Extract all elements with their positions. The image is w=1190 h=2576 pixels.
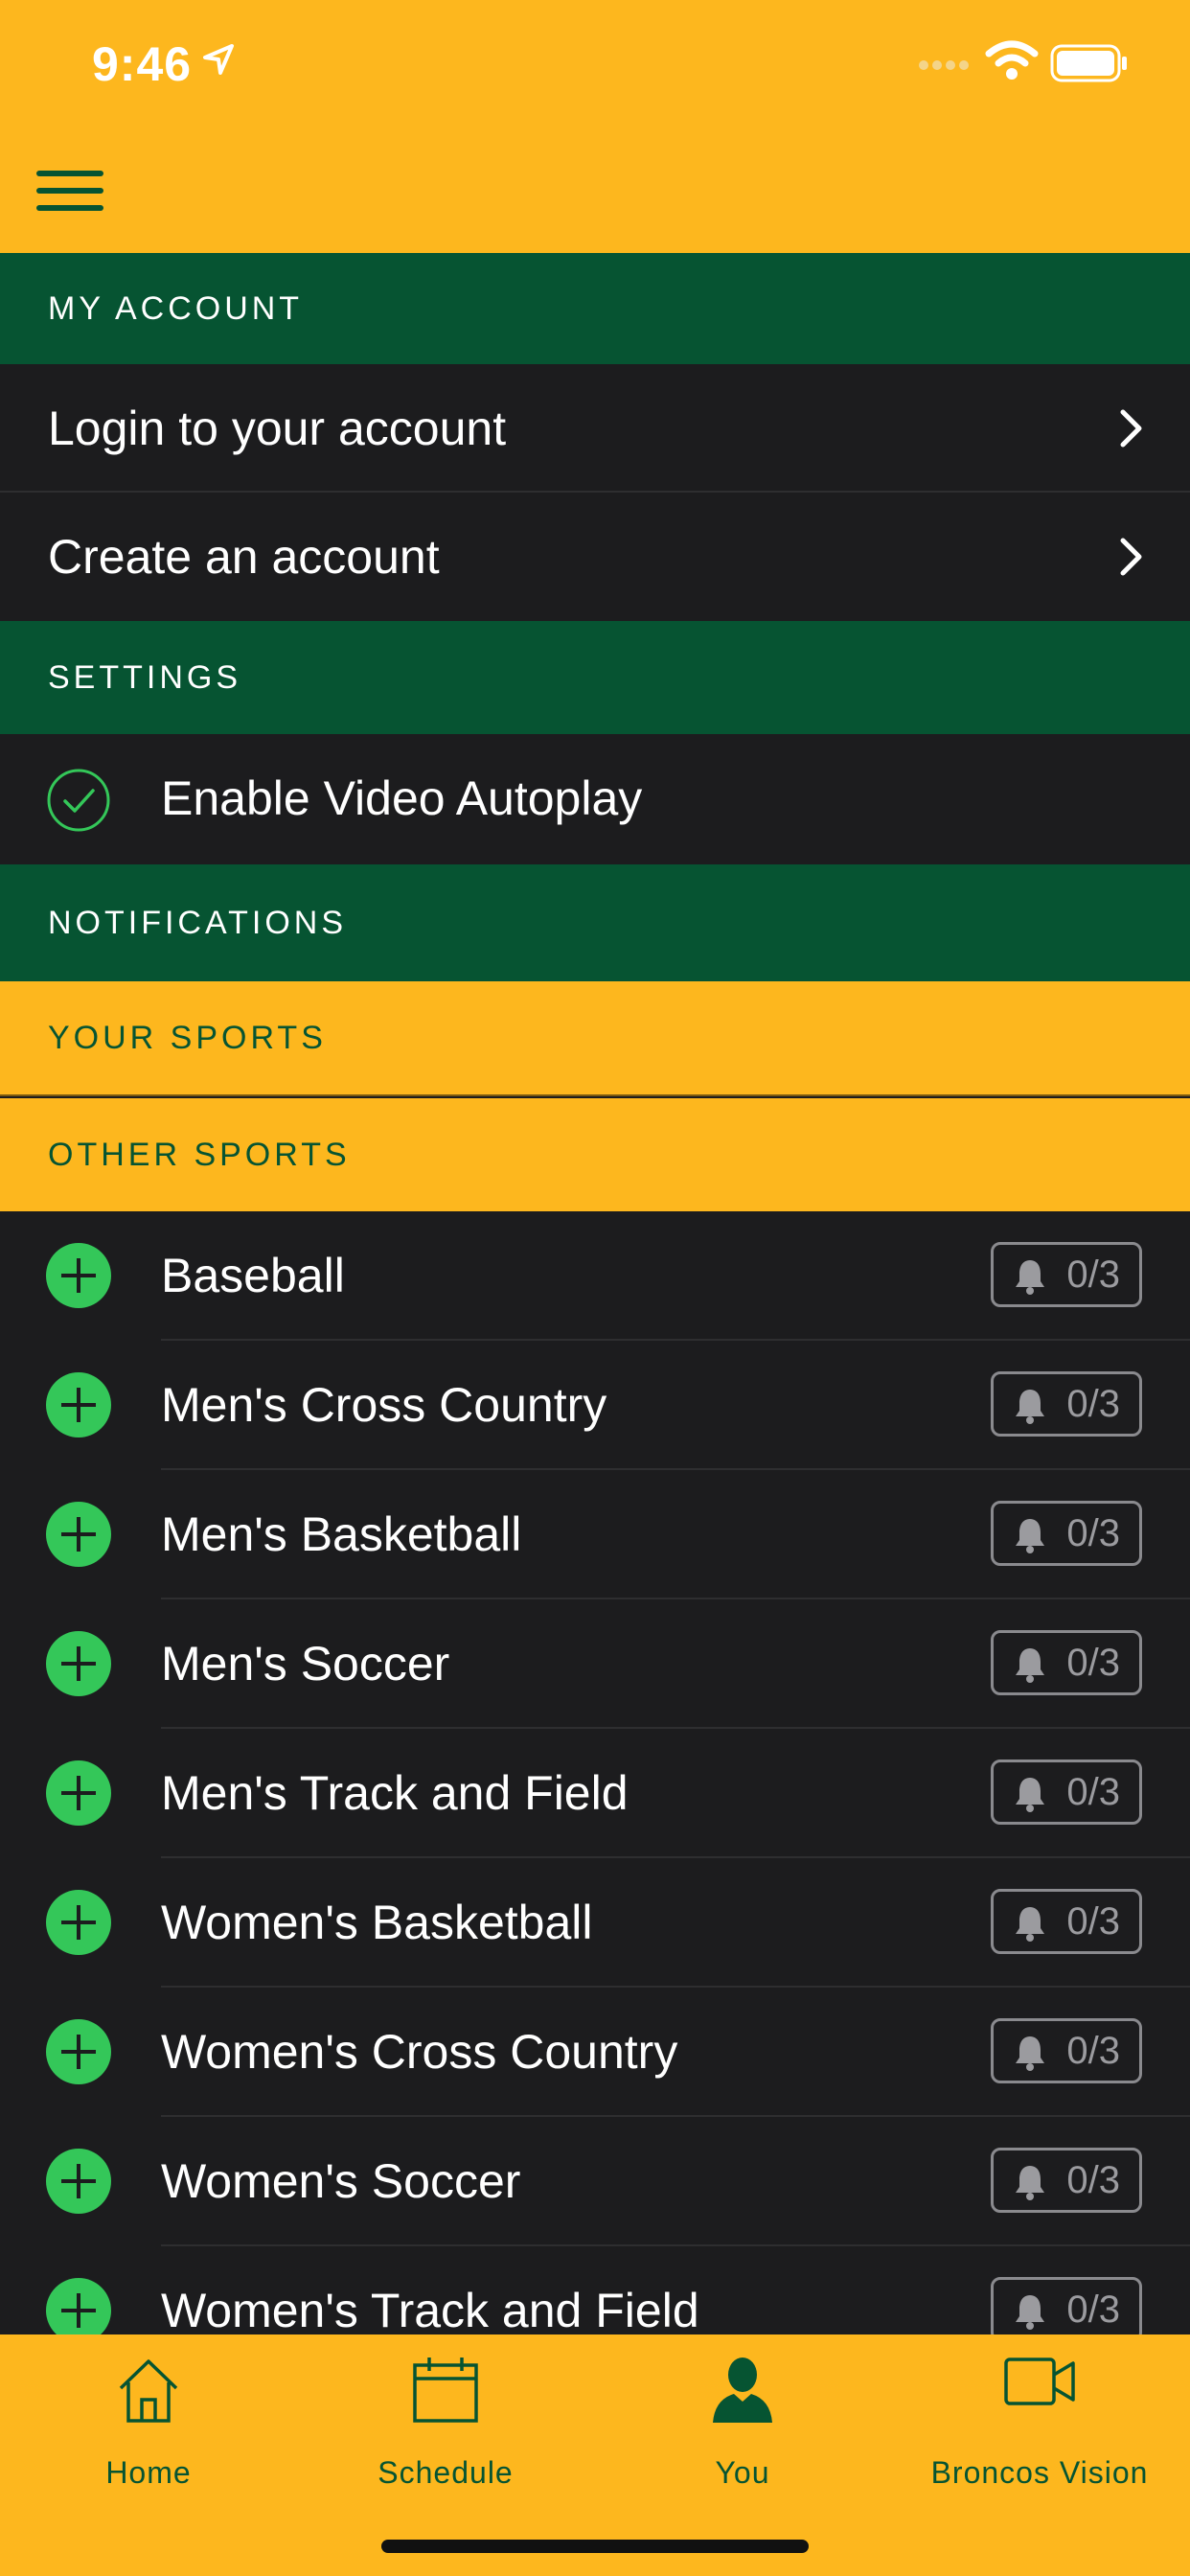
login-label: Login to your account: [48, 402, 507, 455]
sport-row[interactable]: Men's Basketball 0/3: [0, 1470, 1190, 1599]
tab-broncos-vision-label: Broncos Vision: [930, 2455, 1149, 2490]
sport-name: Women's Soccer: [161, 2154, 521, 2208]
bell-icon: [1016, 1907, 1044, 1942]
sport-name: Men's Track and Field: [161, 1766, 629, 1820]
video-autoplay-row[interactable]: Enable Video Autoplay: [0, 734, 1190, 862]
notification-count: 0/3: [1066, 2158, 1120, 2201]
chevron-right-icon: [1120, 409, 1142, 448]
status-bar: 9:46: [0, 0, 1190, 126]
login-row[interactable]: Login to your account: [0, 364, 1190, 493]
add-circle-icon[interactable]: [46, 1631, 111, 1696]
sport-row[interactable]: Men's Cross Country 0/3: [0, 1341, 1190, 1470]
add-circle-icon[interactable]: [46, 2278, 111, 2343]
bell-icon: [1016, 2036, 1044, 2071]
sport-name: Baseball: [161, 1249, 345, 1302]
calendar-icon: [413, 2358, 478, 2423]
status-time: 9:46: [92, 37, 193, 91]
sport-row[interactable]: Men's Track and Field 0/3: [0, 1729, 1190, 1858]
create-account-label: Create an account: [48, 530, 440, 584]
sport-name: Men's Basketball: [161, 1507, 522, 1561]
notification-count: 0/3: [1066, 1641, 1120, 1684]
notification-count-badge[interactable]: 0/3: [991, 2018, 1142, 2083]
sport-name: Men's Cross Country: [161, 1378, 607, 1432]
tab-schedule-label: Schedule: [378, 2455, 514, 2490]
sport-row[interactable]: Baseball 0/3: [0, 1211, 1190, 1341]
bell-icon: [1016, 2166, 1044, 2200]
notification-count: 0/3: [1066, 1253, 1120, 1296]
notification-count-badge[interactable]: 0/3: [991, 1889, 1142, 1954]
tab-you-label: You: [715, 2455, 770, 2490]
section-header-my-account: MY ACCOUNT: [0, 253, 1190, 364]
chevron-right-icon: [1120, 538, 1142, 576]
notification-count: 0/3: [1066, 2029, 1120, 2072]
notification-count-badge[interactable]: 0/3: [991, 2277, 1142, 2342]
home-icon: [119, 2359, 178, 2423]
battery-icon: [1050, 44, 1127, 82]
add-circle-icon[interactable]: [46, 1890, 111, 1955]
tab-schedule[interactable]: Schedule: [297, 2334, 594, 2490]
notification-count: 0/3: [1066, 1899, 1120, 1943]
notification-count-badge[interactable]: 0/3: [991, 1501, 1142, 1566]
notification-count: 0/3: [1066, 1770, 1120, 1813]
notification-count-badge[interactable]: 0/3: [991, 1760, 1142, 1825]
notification-count-badge[interactable]: 0/3: [991, 1242, 1142, 1307]
create-account-row[interactable]: Create an account: [0, 493, 1190, 621]
add-circle-icon[interactable]: [46, 1502, 111, 1567]
bell-icon: [1016, 1648, 1044, 1683]
sport-row[interactable]: Men's Soccer 0/3: [0, 1599, 1190, 1729]
section-header-your-sports: YOUR SPORTS: [0, 981, 1190, 1096]
add-circle-icon[interactable]: [46, 2019, 111, 2084]
add-circle-icon[interactable]: [46, 1372, 111, 1438]
sport-name: Women's Cross Country: [161, 2025, 678, 2079]
hamburger-menu-icon[interactable]: [36, 171, 105, 213]
person-icon: [713, 2358, 772, 2423]
add-circle-icon[interactable]: [46, 2149, 111, 2214]
sport-row[interactable]: Women's Cross Country 0/3: [0, 1988, 1190, 2117]
notification-count: 0/3: [1066, 1511, 1120, 1554]
add-circle-icon[interactable]: [46, 1760, 111, 1826]
sport-name: Men's Soccer: [161, 1637, 450, 1690]
section-header-notifications: NOTIFICATIONS: [0, 864, 1190, 981]
notification-count: 0/3: [1066, 2288, 1120, 2331]
section-header-settings: SETTINGS: [0, 621, 1190, 734]
tab-home[interactable]: Home: [0, 2334, 297, 2490]
bell-icon: [1016, 1778, 1044, 1812]
notification-count: 0/3: [1066, 1382, 1120, 1425]
cellular-signal-icon: [919, 60, 969, 70]
location-arrow-icon: [203, 44, 234, 75]
bell-icon: [1016, 1390, 1044, 1424]
tab-broncos-vision[interactable]: Broncos Vision: [891, 2334, 1188, 2490]
sport-name: Women's Basketball: [161, 1896, 593, 1949]
section-header-other-sports: OTHER SPORTS: [0, 1098, 1190, 1211]
tab-bar: Home Schedule You Broncos Vision: [0, 2334, 1190, 2576]
bell-icon: [1016, 1260, 1044, 1295]
add-circle-icon[interactable]: [46, 1243, 111, 1308]
wifi-icon: [985, 40, 1039, 80]
bell-icon: [1016, 1519, 1044, 1553]
tab-home-label: Home: [105, 2455, 192, 2490]
tab-you[interactable]: You: [594, 2334, 891, 2490]
sport-row[interactable]: Women's Basketball 0/3: [0, 1858, 1190, 1988]
video-camera-icon: [1004, 2358, 1075, 2405]
home-indicator: [381, 2540, 809, 2553]
top-nav-bar: [0, 126, 1190, 253]
checkmark-circle-icon[interactable]: [46, 768, 111, 833]
video-autoplay-label: Enable Video Autoplay: [161, 771, 643, 825]
notification-count-badge[interactable]: 0/3: [991, 1371, 1142, 1437]
bell-icon: [1016, 2295, 1044, 2330]
notification-count-badge[interactable]: 0/3: [991, 1630, 1142, 1695]
sport-row[interactable]: Women's Soccer 0/3: [0, 2117, 1190, 2246]
notification-count-badge[interactable]: 0/3: [991, 2148, 1142, 2213]
